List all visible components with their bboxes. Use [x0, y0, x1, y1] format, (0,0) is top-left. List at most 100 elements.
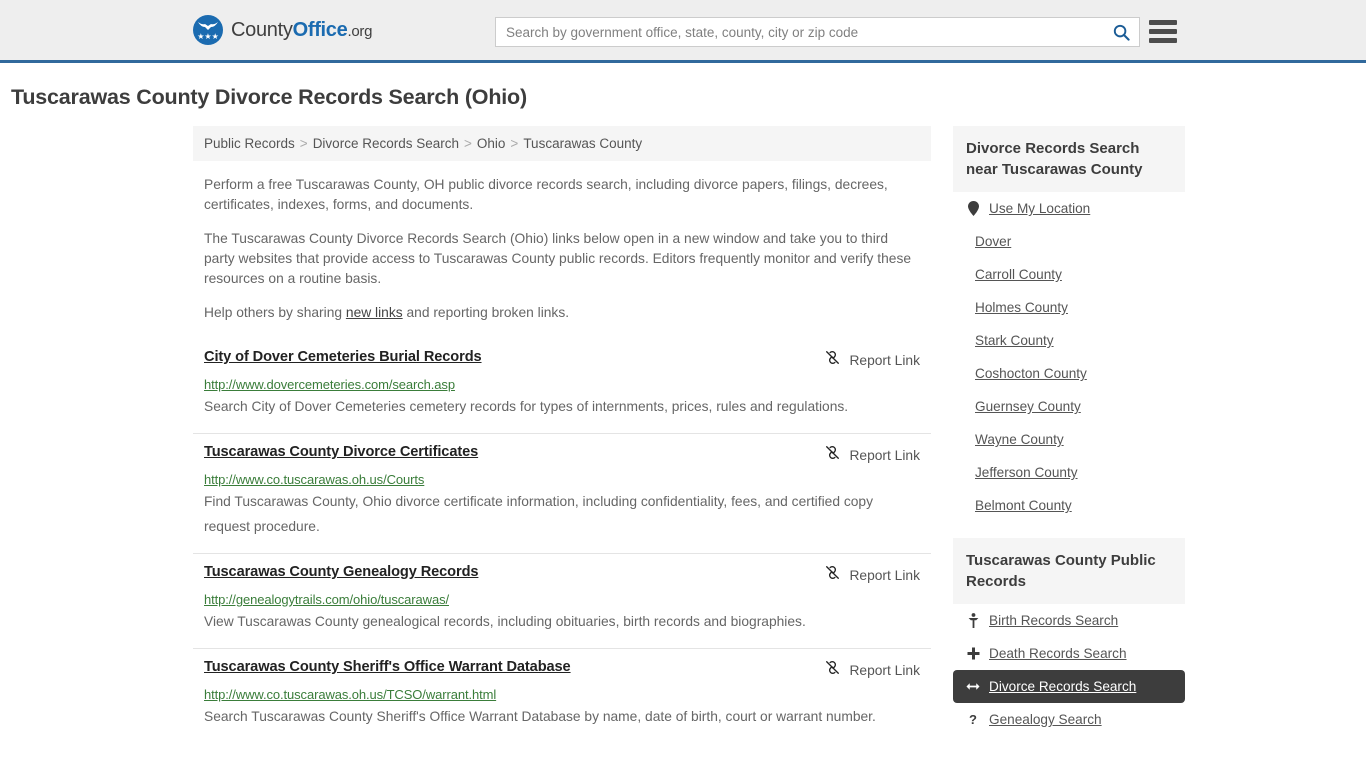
sidebar-nearby-row-3[interactable]: Holmes County — [953, 291, 1185, 324]
intro-paragraph-2: The Tuscarawas County Divorce Records Se… — [204, 231, 912, 286]
breadcrumb-separator: > — [464, 136, 472, 151]
sidebar: Divorce Records Search near Tuscarawas C… — [953, 126, 1185, 736]
report-link-label: Report Link — [849, 352, 920, 368]
sidebar-section-nearby: Divorce Records Search near Tuscarawas C… — [953, 126, 1185, 522]
result-header: Tuscarawas County Genealogy Records Repor… — [204, 564, 920, 586]
report-link-button[interactable]: Report Link — [824, 349, 920, 371]
hamburger-bar-2 — [1149, 29, 1177, 34]
sidebar-nearby-link[interactable]: Holmes County — [975, 300, 1068, 315]
sidebar-records-link[interactable]: Divorce Records Search — [989, 679, 1136, 694]
logo-wordmark: CountyOffice.org — [231, 19, 372, 42]
logo-text-org: .org — [347, 22, 373, 40]
breadcrumb-item-0[interactable]: Public Records — [204, 136, 295, 151]
sidebar-nearby-item: Jefferson County — [953, 456, 1185, 489]
result-description: Search City of Dover Cemeteries cemetery… — [204, 399, 849, 414]
sidebar-nearby-item: Dover — [953, 225, 1185, 258]
share-text-before: Help others by sharing — [204, 305, 346, 320]
breadcrumb-item-1[interactable]: Divorce Records Search — [313, 136, 459, 151]
sidebar-nearby-link[interactable]: Belmont County — [975, 498, 1072, 513]
sidebar-nearby-row-8[interactable]: Jefferson County — [953, 456, 1185, 489]
site-header: ★★★ CountyOffice.org — [0, 0, 1366, 63]
report-link-button[interactable]: Report Link — [824, 564, 920, 586]
sidebar-section-public-records: Tuscarawas County Public Records Birth R… — [953, 538, 1185, 736]
report-link-label: Report Link — [849, 567, 920, 583]
result-url[interactable]: http://www.dovercemeteries.com/search.as… — [204, 377, 920, 392]
sidebar-nearby-item: Wayne County — [953, 423, 1185, 456]
sidebar-nearby-link[interactable]: Dover — [975, 234, 1011, 249]
map-pin-icon — [966, 201, 980, 216]
result-header: Tuscarawas County Sheriff's Office Warra… — [204, 659, 920, 681]
report-link-button[interactable]: Report Link — [824, 659, 920, 681]
breadcrumb-item-3[interactable]: Tuscarawas County — [523, 136, 642, 151]
sidebar-nearby-link[interactable]: Wayne County — [975, 432, 1064, 447]
sidebar-nearby-item: Guernsey County — [953, 390, 1185, 423]
report-link-button[interactable]: Report Link — [824, 444, 920, 466]
sidebar-nearby-row-2[interactable]: Carroll County — [953, 258, 1185, 291]
broken-link-icon — [824, 564, 841, 586]
left-right-arrow-icon — [966, 681, 980, 692]
sidebar-records-link[interactable]: Birth Records Search — [989, 613, 1118, 628]
sidebar-public-records-heading: Tuscarawas County Public Records — [953, 538, 1185, 604]
sidebar-records-item: ? Genealogy Search — [953, 703, 1185, 736]
sidebar-nearby-row-6[interactable]: Guernsey County — [953, 390, 1185, 423]
sidebar-records-row-2[interactable]: Divorce Records Search — [953, 670, 1185, 703]
sidebar-nearby-link[interactable]: Carroll County — [975, 267, 1062, 282]
result-url[interactable]: http://www.co.tuscarawas.oh.us/Courts — [204, 472, 920, 487]
intro-paragraph-1: Perform a free Tuscarawas County, OH pub… — [204, 177, 888, 212]
sidebar-public-records-list: Birth Records Search Death Records Search… — [953, 604, 1185, 736]
sidebar-nearby-item: Coshocton County — [953, 357, 1185, 390]
result-title-link[interactable]: City of Dover Cemeteries Burial Records — [204, 349, 494, 365]
sidebar-records-item: Birth Records Search — [953, 604, 1185, 637]
plus-cross-icon — [966, 647, 980, 660]
sidebar-nearby-row-0[interactable]: Use My Location — [953, 192, 1185, 225]
hamburger-menu-icon[interactable] — [1149, 18, 1177, 45]
report-link-label: Report Link — [849, 447, 920, 463]
sidebar-nearby-row-9[interactable]: Belmont County — [953, 489, 1185, 522]
sidebar-nearby-link[interactable]: Jefferson County — [975, 465, 1078, 480]
sidebar-nearby-row-5[interactable]: Coshocton County — [953, 357, 1185, 390]
sidebar-nearby-list: Use My Location Dover Carroll County Holmes… — [953, 192, 1185, 522]
sidebar-nearby-row-7[interactable]: Wayne County — [953, 423, 1185, 456]
result-header: City of Dover Cemeteries Burial Records R… — [204, 349, 920, 371]
sidebar-nearby-link[interactable]: Guernsey County — [975, 399, 1081, 414]
result-url[interactable]: http://www.co.tuscarawas.oh.us/TCSO/warr… — [204, 687, 920, 702]
results-list: City of Dover Cemeteries Burial Records R… — [193, 339, 931, 743]
sidebar-nearby-link[interactable]: Use My Location — [989, 201, 1090, 216]
sidebar-nearby-item: Stark County — [953, 324, 1185, 357]
sidebar-nearby-item: Holmes County — [953, 291, 1185, 324]
result-description: View Tuscarawas County genealogical reco… — [204, 614, 806, 629]
result-url[interactable]: http://genealogytrails.com/ohio/tuscaraw… — [204, 592, 920, 607]
sidebar-records-row-3[interactable]: ? Genealogy Search — [953, 703, 1185, 736]
sidebar-nearby-row-1[interactable]: Dover — [953, 225, 1185, 258]
result-title-link[interactable]: Tuscarawas County Genealogy Records — [204, 564, 490, 580]
report-link-label: Report Link — [849, 662, 920, 678]
sidebar-nearby-link[interactable]: Stark County — [975, 333, 1054, 348]
content-row: Public Records > Divorce Records Search > Oh… — [193, 126, 1185, 743]
question-mark-icon: ? — [969, 712, 977, 727]
sidebar-records-row-0[interactable]: Birth Records Search — [953, 604, 1185, 637]
result-item: Tuscarawas County Sheriff's Office Warra… — [193, 648, 931, 743]
result-description: Search Tuscarawas County Sheriff's Offic… — [204, 709, 876, 724]
search-bar[interactable] — [495, 17, 1140, 47]
sidebar-nearby-heading: Divorce Records Search near Tuscarawas C… — [953, 126, 1185, 192]
site-logo[interactable]: ★★★ CountyOffice.org — [193, 15, 372, 45]
eagle-shield-logo-icon: ★★★ — [193, 15, 223, 45]
sidebar-nearby-item: Carroll County — [953, 258, 1185, 291]
search-input[interactable] — [496, 18, 1103, 46]
new-links-link[interactable]: new links — [346, 305, 403, 320]
page-body: Tuscarawas County Divorce Records Search… — [0, 63, 1366, 743]
broken-link-icon — [824, 659, 841, 681]
sidebar-records-row-1[interactable]: Death Records Search — [953, 637, 1185, 670]
search-icon[interactable] — [1103, 18, 1139, 46]
result-header: Tuscarawas County Divorce Certificates Re… — [204, 444, 920, 466]
sidebar-records-item: Death Records Search — [953, 637, 1185, 670]
sidebar-records-link[interactable]: Genealogy Search — [989, 712, 1102, 727]
result-title-link[interactable]: Tuscarawas County Divorce Certificates — [204, 444, 490, 460]
breadcrumb-item-2[interactable]: Ohio — [477, 136, 506, 151]
intro-paragraph-3: Help others by sharing new links and rep… — [193, 289, 931, 323]
sidebar-nearby-row-4[interactable]: Stark County — [953, 324, 1185, 357]
sidebar-nearby-link[interactable]: Coshocton County — [975, 366, 1087, 381]
result-title-link[interactable]: Tuscarawas County Sheriff's Office Warra… — [204, 659, 583, 675]
sidebar-records-link[interactable]: Death Records Search — [989, 646, 1127, 661]
result-description: Find Tuscarawas County, Ohio divorce cer… — [204, 494, 873, 534]
